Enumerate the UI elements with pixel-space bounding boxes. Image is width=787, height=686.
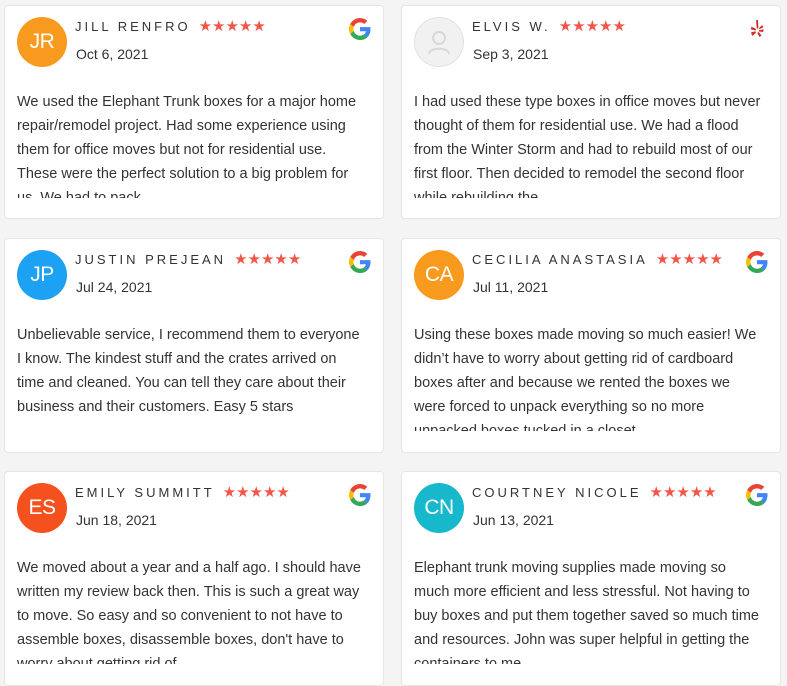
review-date: Jun 13, 2021: [473, 512, 554, 528]
star-rating: ★★★★★: [558, 18, 626, 35]
avatar: CN: [414, 483, 464, 533]
star-rating: ★★★★★: [655, 251, 724, 268]
reviewer-name: COURTNEY NICOLE: [472, 485, 642, 500]
star-rating: ★★★★★: [222, 484, 290, 501]
google-icon[interactable]: [349, 18, 371, 40]
review-card: JR JILL RENFRO ★★★★★ Oct 6, 2021 We used…: [4, 5, 384, 219]
google-icon[interactable]: [746, 484, 768, 506]
review-card: JP JUSTIN PREJEAN ★★★★★ Jul 24, 2021 Unb…: [4, 238, 384, 453]
review-text: We used the Elephant Trunk boxes for a m…: [17, 94, 357, 198]
google-icon[interactable]: [349, 251, 371, 273]
review-card: CN COURTNEY NICOLE ★★★★★ Jun 13, 2021 El…: [401, 471, 781, 686]
review-date: Jul 11, 2021: [473, 279, 549, 295]
review-card: ELVIS W. ★★★★★ Sep 3, 2021 I had used th…: [401, 5, 781, 219]
review-text: I had used these type boxes in office mo…: [414, 94, 761, 198]
avatar: JP: [17, 250, 67, 300]
avatar: CA: [414, 250, 464, 300]
star-rating: ★★★★★: [198, 18, 266, 35]
review-date: Jun 18, 2021: [76, 512, 157, 528]
review-date: Oct 6, 2021: [76, 46, 149, 62]
reviewer-name: JILL RENFRO: [75, 19, 191, 34]
review-text: Unbelievable service, I recommend them t…: [17, 327, 360, 415]
review-card: CA CECILIA ANASTASIA ★★★★★ Jul 11, 2021 …: [401, 238, 781, 453]
review-text: Elephant trunk moving supplies made movi…: [414, 560, 759, 664]
reviewer-name: ELVIS W.: [472, 19, 551, 34]
reviewer-name: CECILIA ANASTASIA: [472, 252, 648, 267]
star-rating: ★★★★★: [649, 484, 717, 501]
avatar: [414, 17, 464, 67]
review-date: Sep 3, 2021: [473, 46, 549, 62]
review-card: ES EMILY SUMMITT ★★★★★ Jun 18, 2021 We m…: [4, 471, 384, 686]
star-rating: ★★★★★: [234, 251, 302, 268]
yelp-icon[interactable]: [746, 18, 768, 40]
reviewer-name: EMILY SUMMITT: [75, 485, 215, 500]
reviewer-name: JUSTIN PREJEAN: [75, 252, 227, 267]
google-icon[interactable]: [746, 251, 768, 273]
avatar: JR: [17, 17, 67, 67]
avatar: ES: [17, 483, 67, 533]
google-icon[interactable]: [349, 484, 371, 506]
review-text: Using these boxes made moving so much ea…: [414, 327, 757, 431]
review-text: We moved about a year and a half ago. I …: [17, 560, 361, 664]
review-date: Jul 24, 2021: [76, 279, 153, 295]
default-user-icon: [428, 31, 450, 55]
